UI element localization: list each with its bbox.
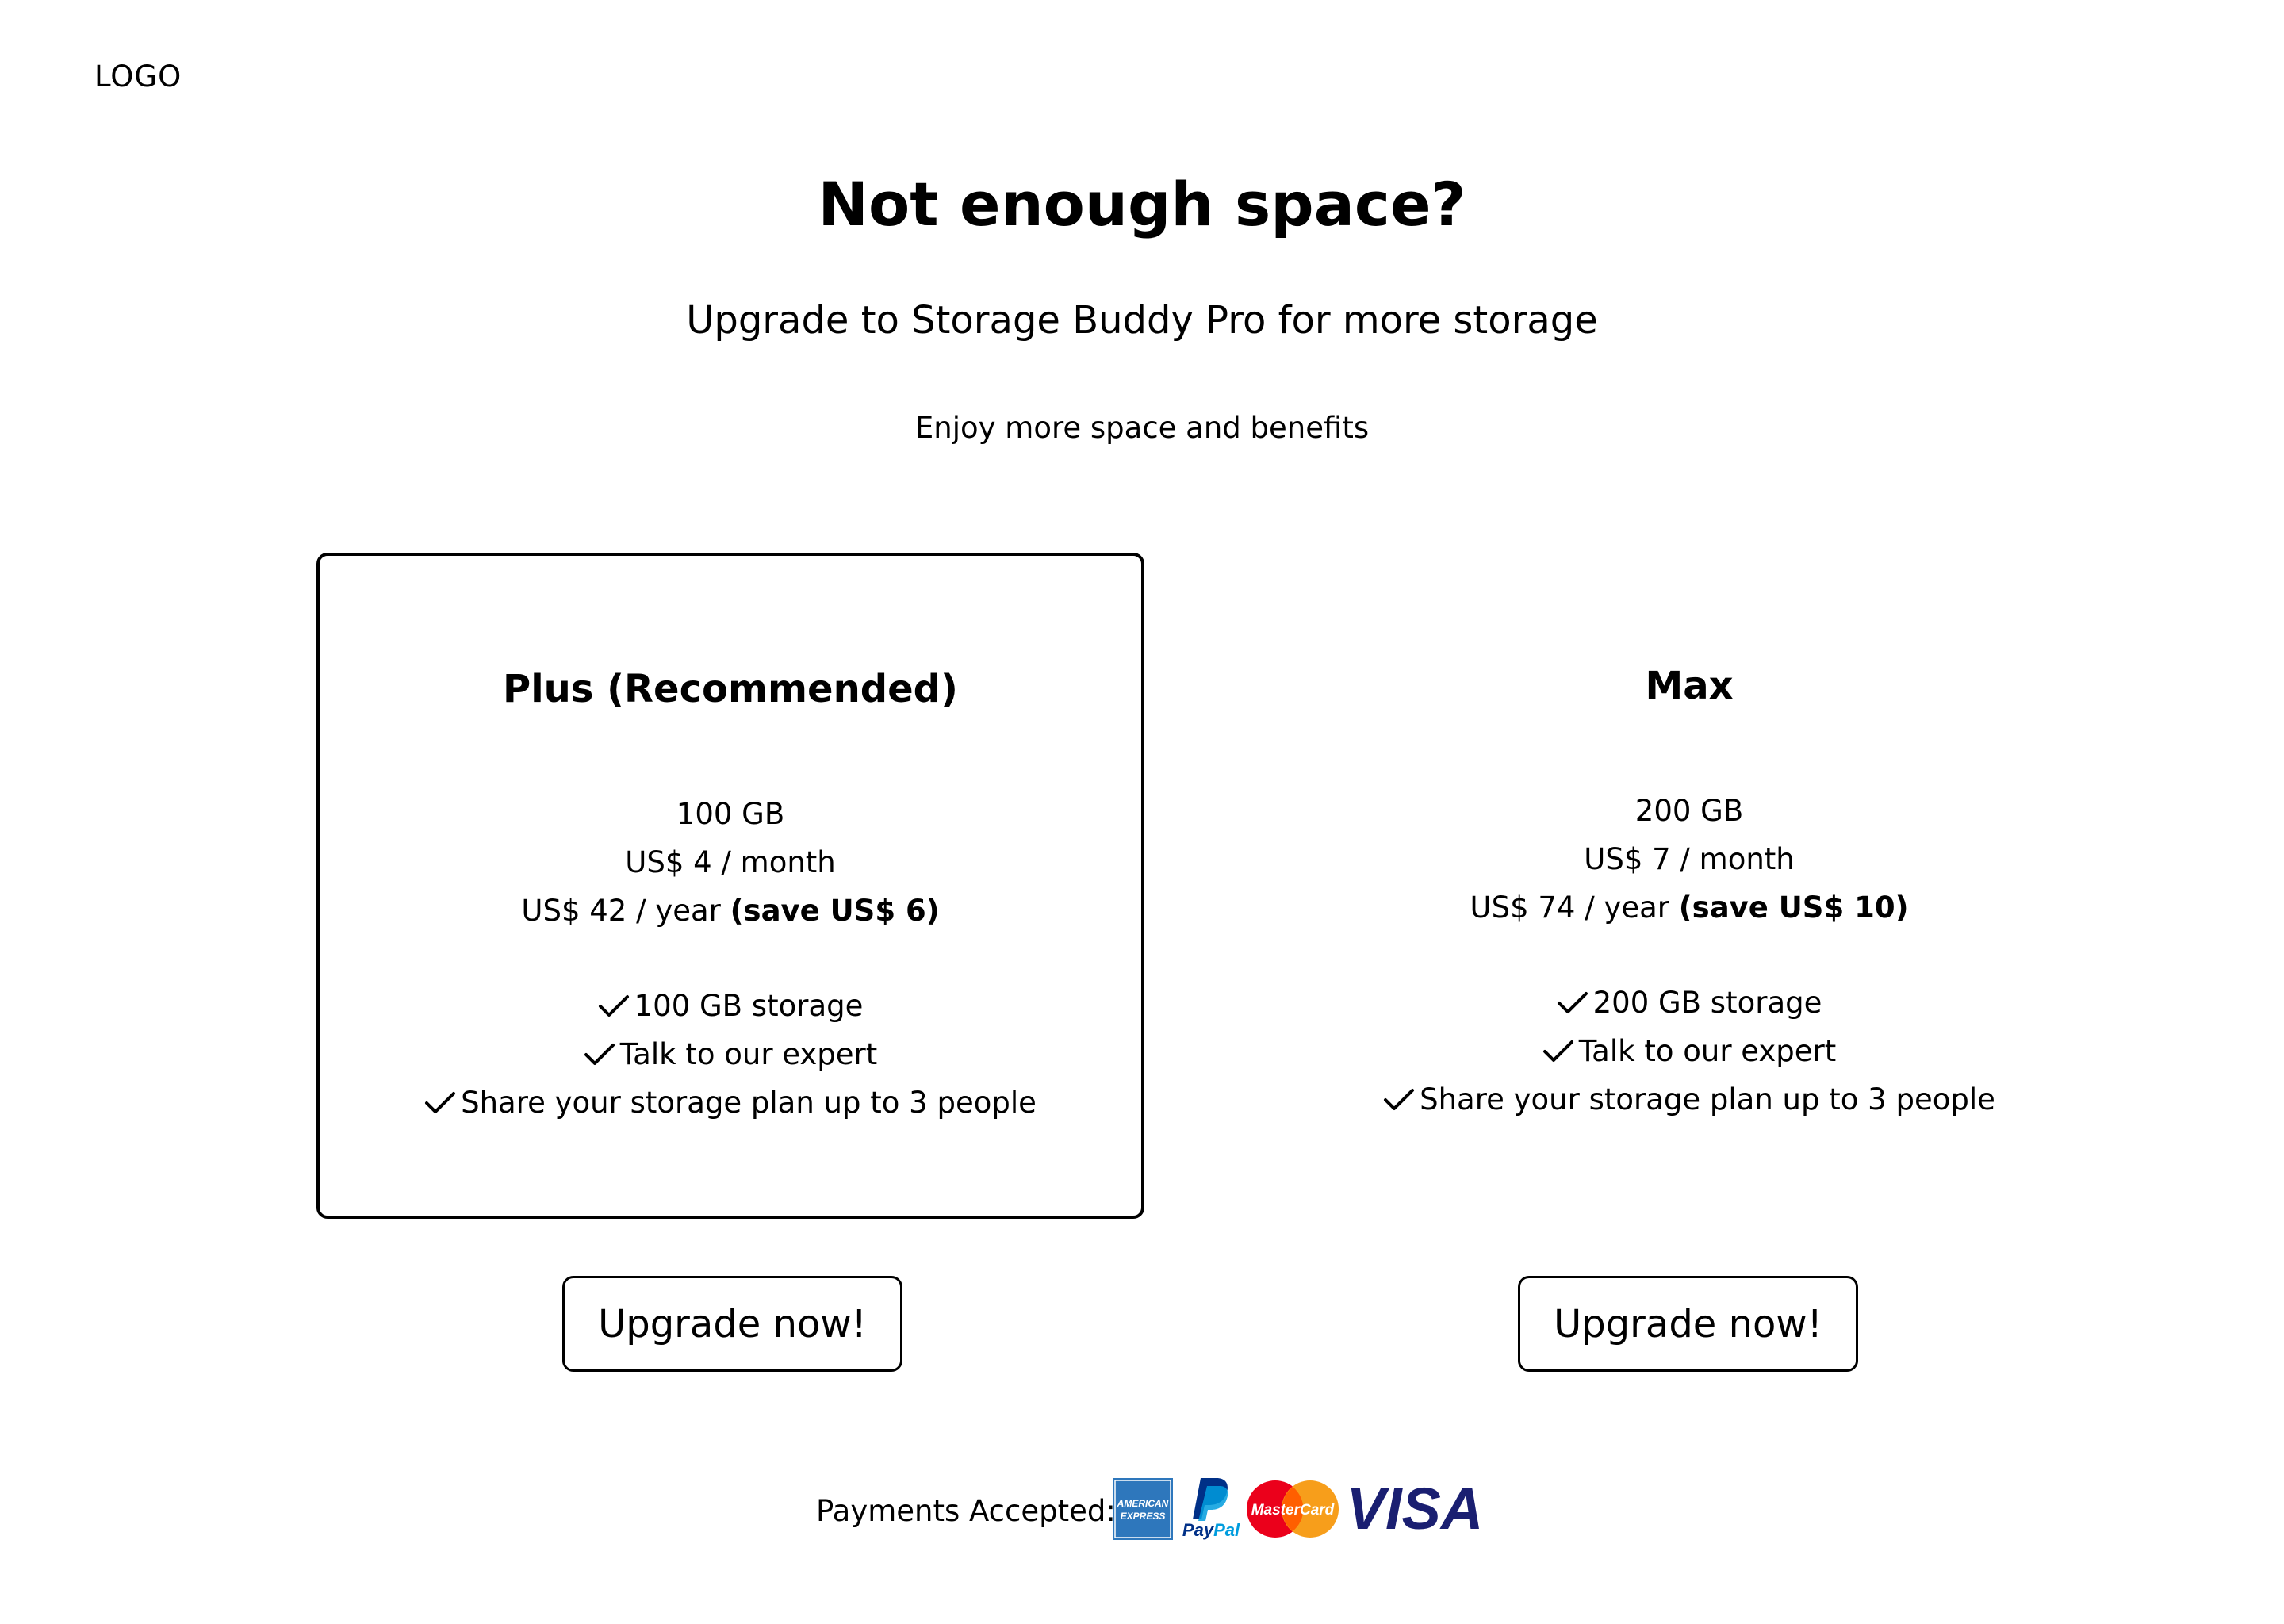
checkmark-icon (598, 995, 629, 1017)
plan-storage: 200 GB (1634, 794, 1744, 828)
paypal-icon: PayPal (1182, 1478, 1240, 1540)
feature-item: Share your storage plan up to 3 people (320, 1078, 1141, 1127)
page-subtitle: Upgrade to Storage Buddy Pro for more st… (686, 298, 1598, 343)
logo[interactable]: LOGO (94, 59, 182, 94)
plan-yearly-price-row: US$ 42 / year (save US$ 6) (320, 887, 1141, 935)
checkmark-icon (1542, 1040, 1573, 1062)
plan-yearly-savings: (save US$ 10) (1678, 891, 1909, 925)
checkmark-icon (584, 1044, 615, 1065)
plan-storage: 100 GB (676, 797, 785, 831)
plan-card-plus: Plus (Recommended) 100 GB US$ 4 / month … (316, 553, 1144, 1219)
plan-yearly-savings: (save US$ 6) (730, 894, 940, 928)
feature-label: Talk to our expert (619, 1037, 878, 1071)
plan-monthly-price: US$ 4 / month (625, 845, 836, 879)
checkmark-icon (1557, 992, 1588, 1013)
feature-item: 200 GB storage (1275, 979, 2103, 1027)
svg-text:EXPRESS: EXPRESS (1121, 1511, 1166, 1522)
plan-yearly-price: US$ 74 / year (1470, 891, 1669, 925)
page-title: Not enough space? (818, 169, 1466, 239)
checkmark-icon (1384, 1089, 1415, 1110)
feature-item: Talk to our expert (1275, 1027, 2103, 1075)
mastercard-icon: MasterCard (1247, 1480, 1339, 1538)
plan-card-max: Max 200 GB US$ 7 / month US$ 74 / year (… (1275, 553, 2103, 1219)
plan-title: Plus (Recommended) (503, 667, 958, 711)
plan-features: 200 GB storage Talk to our expert Share … (1275, 979, 2103, 1124)
feature-label: 100 GB storage (634, 989, 864, 1023)
plan-monthly-price: US$ 7 / month (1584, 842, 1795, 876)
feature-item: Talk to our expert (320, 1030, 1141, 1078)
payments-label: Payments Accepted: (816, 1494, 1116, 1528)
feature-label: Share your storage plan up to 3 people (461, 1086, 1037, 1120)
plan-yearly-price: US$ 42 / year (521, 894, 721, 928)
amex-icon: AMERICAN EXPRESS (1113, 1478, 1173, 1540)
upgrade-plus-button[interactable]: Upgrade now! (562, 1276, 902, 1372)
svg-text:AMERICAN: AMERICAN (1117, 1498, 1169, 1509)
feature-label: 200 GB storage (1592, 986, 1822, 1020)
feature-label: Talk to our expert (1578, 1034, 1837, 1068)
visa-icon: VISA (1347, 1481, 1484, 1537)
payments-accepted: Payments Accepted: AMERICAN EXPRESS PayP… (0, 1475, 2284, 1546)
svg-text:PayPal: PayPal (1182, 1520, 1240, 1540)
plan-features: 100 GB storage Talk to our expert Share … (320, 982, 1141, 1127)
feature-item: Share your storage plan up to 3 people (1275, 1075, 2103, 1124)
page-tagline: Enjoy more space and benefits (914, 411, 1370, 445)
upgrade-max-button[interactable]: Upgrade now! (1518, 1276, 1858, 1372)
plan-yearly-price-row: US$ 74 / year (save US$ 10) (1275, 883, 2103, 932)
svg-text:MasterCard: MasterCard (1251, 1502, 1335, 1519)
checkmark-icon (425, 1092, 456, 1113)
plan-title: Max (1645, 664, 1734, 708)
svg-text:VISA: VISA (1347, 1481, 1484, 1537)
feature-item: 100 GB storage (320, 982, 1141, 1030)
feature-label: Share your storage plan up to 3 people (1420, 1082, 1995, 1116)
